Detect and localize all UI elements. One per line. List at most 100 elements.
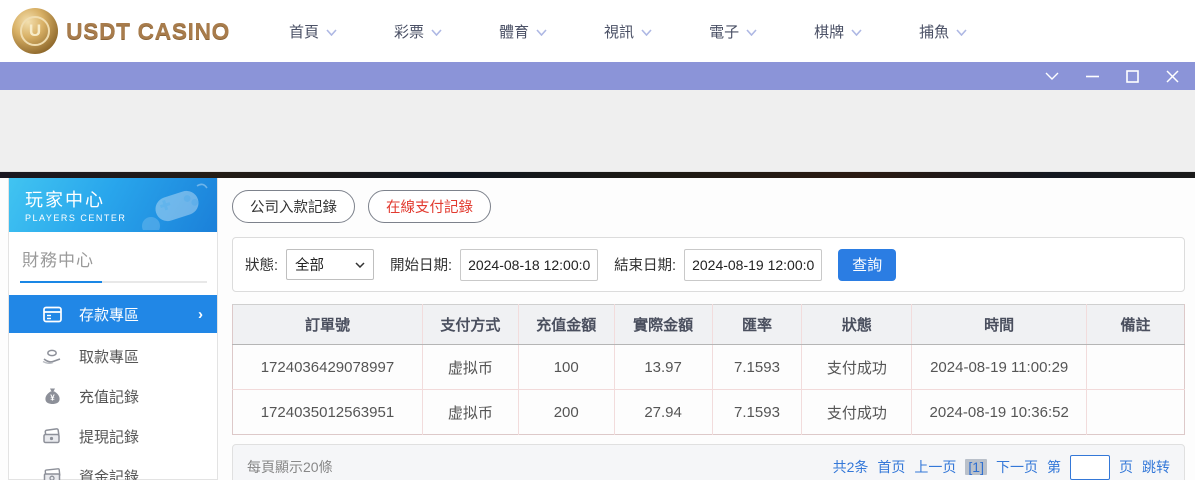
cell-order-number: 1724036429078997 [233, 345, 423, 390]
chevron-down-icon [641, 29, 652, 36]
cell-payment-method: 虚拟币 [422, 345, 518, 390]
cell-status: 支付成功 [802, 345, 912, 390]
logo-letter: U [29, 21, 41, 41]
next-page-link[interactable]: 下一页 [996, 457, 1038, 477]
records-panel: 公司入款記錄 在線支付記錄 狀態: 全部 開始日期: 結束日期: 查詢 訂單號 [218, 178, 1195, 480]
brand-logo[interactable]: U USDT CASINO [12, 8, 237, 54]
gamepad-icon [137, 182, 209, 230]
record-tabs: 公司入款記錄 在線支付記錄 [232, 190, 1185, 223]
col-time: 時間 [912, 305, 1087, 345]
brand-name: USDT CASINO [66, 18, 230, 45]
nav-label: 棋牌 [814, 21, 844, 42]
banknotes-icon [42, 468, 62, 480]
filter-bar: 狀態: 全部 開始日期: 結束日期: 查詢 [232, 237, 1185, 292]
table-row: 1724036429078997 虚拟币 100 13.97 7.1593 支付… [233, 345, 1185, 390]
first-page-link[interactable]: 首页 [877, 457, 905, 477]
status-selected-value: 全部 [295, 254, 324, 275]
nav-item-lottery[interactable]: 彩票 [394, 21, 442, 42]
sidebar-item-recharge-records[interactable]: ¥ 充值記錄 [9, 376, 217, 416]
col-remarks: 備註 [1087, 305, 1185, 345]
pager: 共2条 首页 上一页 [1] 下一页 第 页 跳转 [833, 455, 1170, 480]
table-header-row: 訂單號 支付方式 充值金額 實際金額 匯率 狀態 時間 備註 [233, 305, 1185, 345]
tab-online-payment-records[interactable]: 在線支付記錄 [368, 190, 491, 223]
sidebar-item-label: 充值記錄 [79, 386, 139, 407]
chevron-down-icon [355, 262, 365, 268]
sidebar-item-label: 存款專區 [79, 304, 139, 325]
page-spacer [0, 90, 1195, 172]
usdt-coin-icon: U [12, 8, 58, 54]
cell-order-number: 1724035012563951 [233, 390, 423, 435]
maximize-icon[interactable] [1123, 67, 1141, 85]
cell-time: 2024-08-19 10:36:52 [912, 390, 1087, 435]
page-size-text: 每頁顯示20條 [247, 457, 333, 477]
chevron-right-icon: › [198, 306, 203, 323]
end-date-label: 結束日期: [614, 254, 676, 275]
pagination-bar: 每頁顯示20條 共2条 首页 上一页 [1] 下一页 第 页 跳转 [232, 444, 1185, 480]
cell-remarks [1087, 345, 1185, 390]
deposit-card-icon [42, 306, 62, 323]
cell-payment-method: 虚拟币 [422, 390, 518, 435]
player-center-sidebar: 玩家中心 PLAYERS CENTER 財務中心 存 [8, 178, 218, 480]
cell-actual-amount: 27.94 [614, 390, 712, 435]
nav-item-live-video[interactable]: 視訊 [604, 21, 652, 42]
table-row: 1724035012563951 虚拟币 200 27.94 7.1593 支付… [233, 390, 1185, 435]
collapse-chevron-icon[interactable] [1043, 67, 1061, 85]
chevron-down-icon [851, 29, 862, 36]
nav-item-slots[interactable]: 電子 [709, 21, 757, 42]
col-status: 狀態 [802, 305, 912, 345]
current-page-indicator: [1] [965, 459, 987, 475]
total-count: 共2条 [833, 457, 869, 477]
page-jump-input[interactable] [1070, 455, 1110, 480]
start-date-input[interactable] [460, 249, 598, 281]
col-order-number: 訂單號 [233, 305, 423, 345]
chevron-down-icon [326, 29, 337, 36]
hand-coin-icon [42, 348, 62, 364]
nav-item-sports[interactable]: 體育 [499, 21, 547, 42]
svg-text:¥: ¥ [50, 394, 55, 403]
nav-label: 視訊 [604, 21, 634, 42]
status-label: 狀態: [245, 254, 278, 275]
sidebar-item-withdrawal-records[interactable]: 提現記錄 [9, 416, 217, 456]
wallet-icon [42, 428, 62, 444]
nav-label: 體育 [499, 21, 529, 42]
status-select[interactable]: 全部 [286, 249, 374, 280]
finance-section-title: 財務中心 [22, 246, 217, 271]
sidebar-item-label: 提現記錄 [79, 426, 139, 447]
sidebar-item-deposit[interactable]: 存款專區 › [9, 295, 217, 333]
search-button[interactable]: 查詢 [838, 249, 896, 281]
sidebar-item-label: 取款專區 [79, 346, 139, 367]
section-divider [20, 281, 207, 283]
chevron-down-icon [956, 29, 967, 36]
prev-page-link[interactable]: 上一页 [914, 457, 956, 477]
main-menu: 首頁 彩票 體育 視訊 電子 棋牌 捕魚 [289, 21, 967, 42]
chevron-down-icon [431, 29, 442, 36]
col-payment-method: 支付方式 [422, 305, 518, 345]
col-actual-amount: 實際金額 [614, 305, 712, 345]
cell-remarks [1087, 390, 1185, 435]
cell-recharge-amount: 200 [518, 390, 614, 435]
col-recharge-amount: 充值金額 [518, 305, 614, 345]
sidebar-item-withdraw[interactable]: 取款專區 [9, 336, 217, 376]
tab-company-deposit-records[interactable]: 公司入款記錄 [232, 190, 355, 223]
cell-actual-amount: 13.97 [614, 345, 712, 390]
end-date-input[interactable] [684, 249, 822, 281]
minimize-icon[interactable] [1083, 67, 1101, 85]
nav-item-home[interactable]: 首頁 [289, 21, 337, 42]
cell-recharge-amount: 100 [518, 345, 614, 390]
nav-item-fishing[interactable]: 捕魚 [919, 21, 967, 42]
nav-label: 彩票 [394, 21, 424, 42]
jump-button[interactable]: 跳转 [1142, 457, 1170, 477]
top-navigation: U USDT CASINO 首頁 彩票 體育 視訊 電子 棋牌 捕魚 [0, 0, 1195, 62]
close-icon[interactable] [1163, 67, 1181, 85]
start-date-label: 開始日期: [390, 254, 452, 275]
nav-item-card-games[interactable]: 棋牌 [814, 21, 862, 42]
jump-suffix-label: 页 [1119, 457, 1133, 477]
sidebar-header: 玩家中心 PLAYERS CENTER [9, 178, 217, 232]
sidebar-menu: 存款專區 › 取款專區 ¥ 充值記錄 提現記錄 [9, 295, 217, 480]
sidebar-item-funds-records[interactable]: 資金記錄 [9, 456, 217, 480]
nav-label: 首頁 [289, 21, 319, 42]
chevron-down-icon [746, 29, 757, 36]
nav-label: 電子 [709, 21, 739, 42]
nav-label: 捕魚 [919, 21, 949, 42]
jump-prefix-label: 第 [1047, 457, 1061, 477]
